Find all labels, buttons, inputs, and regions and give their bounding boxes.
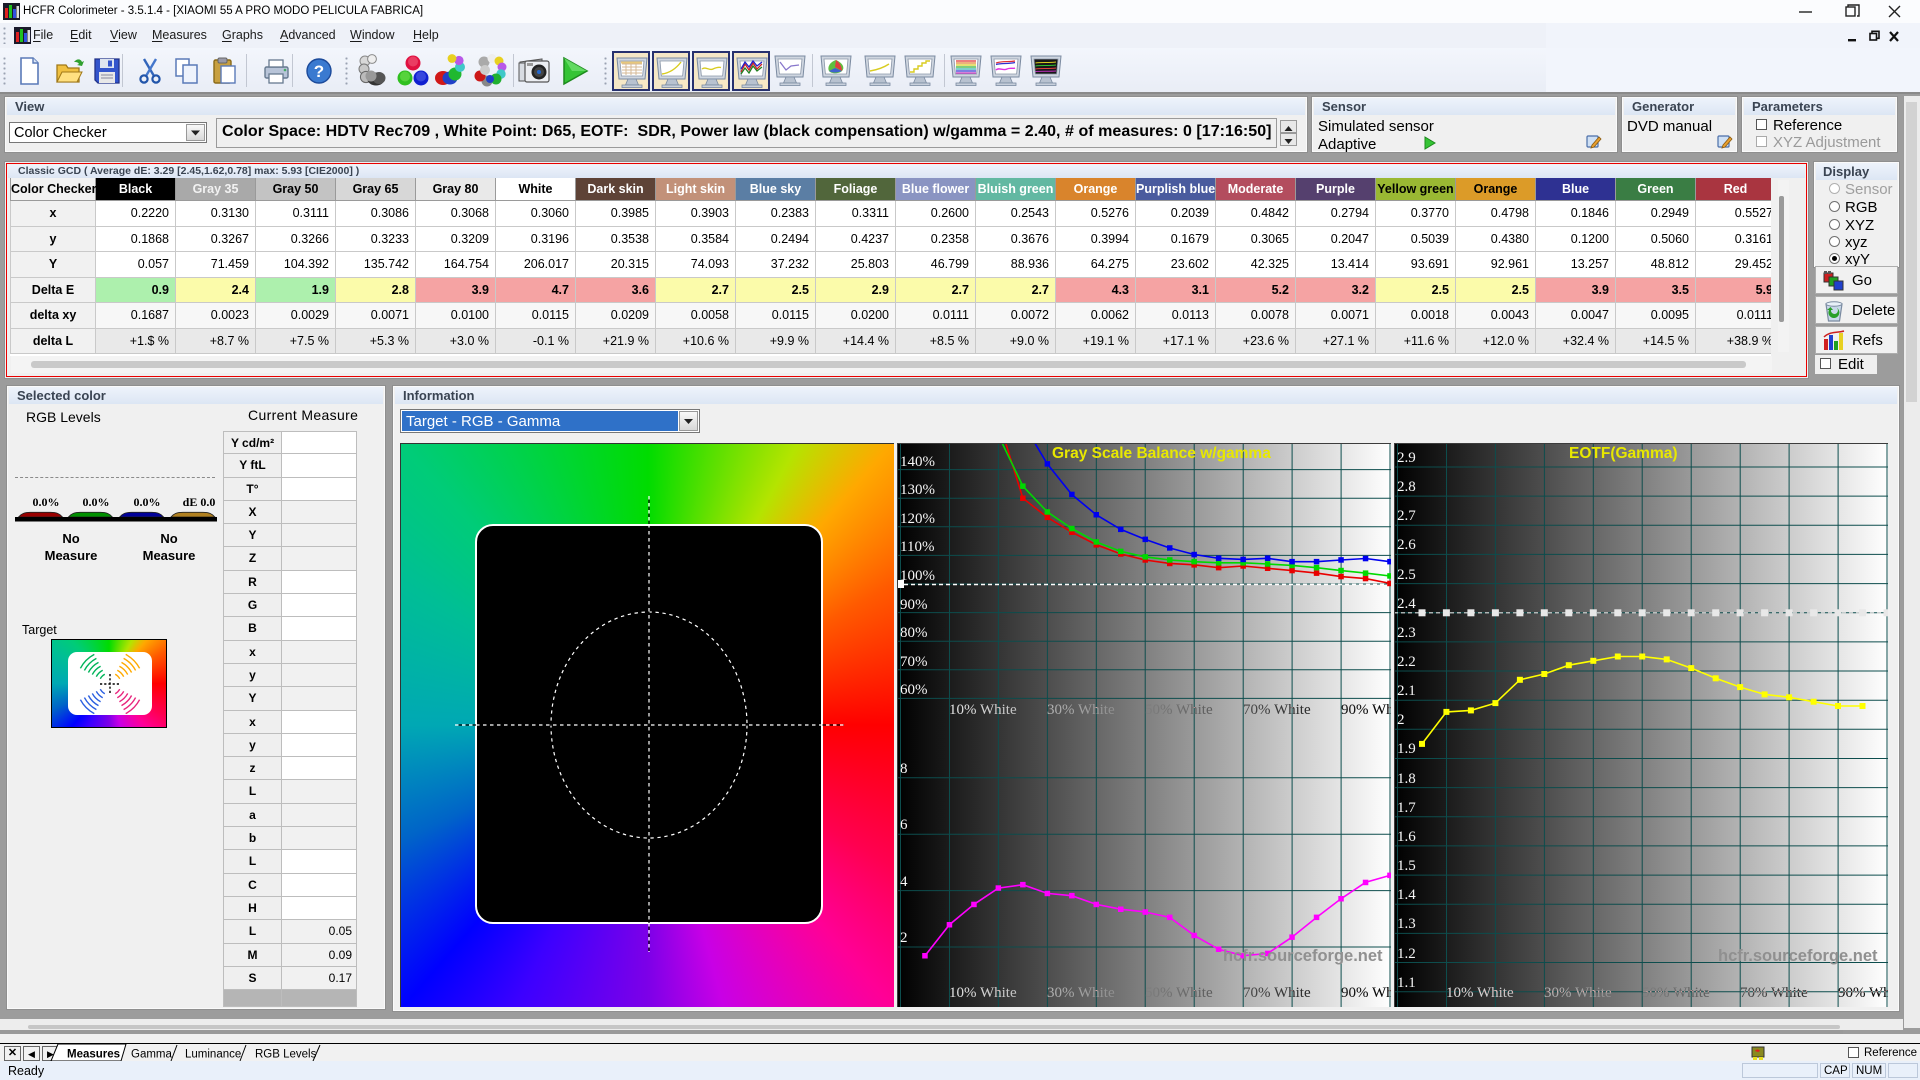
svg-text:?: ? (314, 62, 324, 81)
svg-text:RGB Levels: RGB Levels (255, 1049, 317, 1061)
svg-text:Measures: Measures (67, 1049, 120, 1061)
svg-text:Gamma: Gamma (131, 1049, 173, 1061)
svg-text:Luminance: Luminance (185, 1049, 241, 1061)
